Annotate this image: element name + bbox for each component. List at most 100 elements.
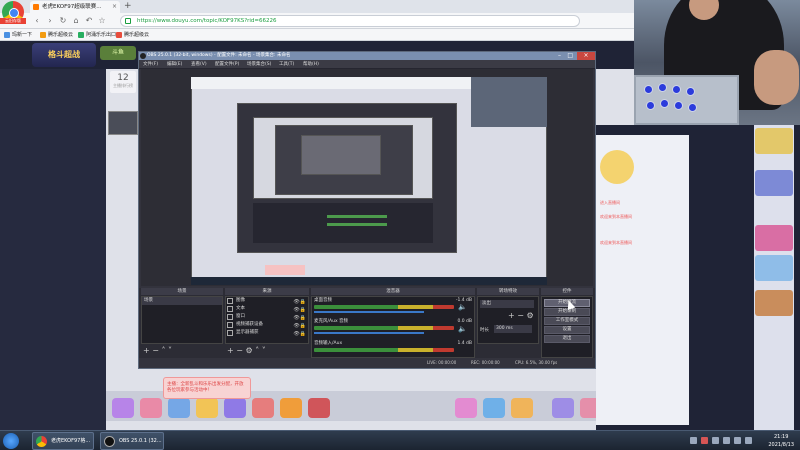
transition-controls[interactable]: + − ⚙	[508, 312, 534, 320]
mixer-channel-db: 1.4 dB	[457, 341, 472, 346]
gift-icon[interactable]	[483, 398, 505, 418]
clock[interactable]: 21:19 2021/8/13	[768, 433, 794, 449]
start-button[interactable]	[3, 433, 19, 449]
bookmark-item[interactable]: 腾乐超级云	[40, 30, 73, 40]
bookmark-item[interactable]: 腾乐超级云	[116, 30, 149, 40]
gift-icon[interactable]	[308, 398, 330, 418]
gift-icon[interactable]	[511, 398, 533, 418]
undo-icon[interactable]: ↶	[84, 15, 94, 27]
gift-icon[interactable]	[280, 398, 302, 418]
emblem-icon	[600, 150, 634, 184]
url-text: https://www.douyu.com/topic/KOF97KS?rid=…	[137, 18, 277, 24]
maximize-icon[interactable]: □	[567, 52, 573, 60]
volume-meter	[314, 348, 454, 352]
volume-icon[interactable]	[734, 437, 741, 444]
event-logo[interactable]: 格斗超战	[32, 43, 96, 67]
obs-preview[interactable]	[141, 69, 593, 286]
bookmarks-bar: 玛新一下 腾乐超级云 阿涌乐乐出口 腾乐超级云	[0, 29, 634, 41]
ime-icon[interactable]	[745, 437, 752, 444]
volume-fader[interactable]	[314, 311, 424, 313]
obs-icon	[104, 436, 115, 447]
tray-icon[interactable]	[712, 437, 719, 444]
gift-icon[interactable]	[252, 398, 274, 418]
side-ad[interactable]	[755, 170, 793, 196]
close-icon[interactable]: ×	[577, 52, 595, 60]
duration-label: 时长	[480, 328, 489, 333]
rank-box[interactable]: 12 主播排行榜	[110, 71, 136, 93]
bookmark-item[interactable]: 阿涌乐乐出口	[78, 30, 116, 40]
menu-help[interactable]: 帮助(H)	[303, 61, 319, 68]
source-item[interactable]: 图像 👁🔒	[226, 297, 308, 305]
studio-mode-button[interactable]: 工作室模式	[544, 317, 590, 325]
preview-promo	[265, 265, 305, 275]
gift-icon[interactable]	[224, 398, 246, 418]
speaker-icon[interactable]: 🔈	[458, 325, 467, 333]
tray-icon[interactable]	[701, 437, 708, 444]
mixer-channel-name: 桌面音频	[314, 298, 332, 303]
gift-icon[interactable]	[552, 398, 574, 418]
speaker-icon[interactable]: 🔈	[458, 303, 467, 311]
source-item[interactable]: 显示器捕获 👁🔒	[226, 329, 308, 337]
menu-profile[interactable]: 配置文件(P)	[215, 61, 239, 68]
source-controls[interactable]: + − ⚙ ˄ ˅	[227, 347, 266, 355]
gift-icon[interactable]	[140, 398, 162, 418]
volume-meter	[314, 326, 454, 330]
transition-select[interactable]: 淡出	[480, 300, 534, 308]
browser-tab[interactable]: 老虎EKOF97超级联赛... ×	[30, 1, 120, 13]
back-icon[interactable]: ‹	[32, 15, 42, 27]
taskbar-obs[interactable]: OBS 25.0.1 (32...	[100, 432, 164, 450]
audio-mixer: 桌面音频 -1.4 dB 麦克风/Aux 音频 0.0 dB 音频输入/Aux …	[311, 296, 475, 358]
gift-icon[interactable]	[168, 398, 190, 418]
tray-icon[interactable]	[690, 437, 697, 444]
minimize-icon[interactable]: –	[558, 52, 561, 60]
side-ad[interactable]	[755, 255, 793, 281]
menu-scene-collection[interactable]: 场景集合(S)	[247, 61, 271, 68]
tshirt-print	[704, 18, 744, 30]
preview-meter	[327, 223, 387, 226]
menu-edit[interactable]: 编辑(E)	[167, 61, 182, 68]
source-item[interactable]: 文本 👁🔒	[226, 305, 308, 313]
bookmark-item[interactable]: 玛新一下	[4, 30, 32, 40]
taskbar-browser[interactable]: 老虎EKOF97格...	[32, 432, 94, 450]
network-icon[interactable]	[723, 437, 730, 444]
douyu-favicon-icon	[33, 4, 39, 10]
menu-tools[interactable]: 工具(T)	[279, 61, 294, 68]
sources-list[interactable]: 图像 👁🔒 文本 👁🔒 窗口 👁🔒 视频捕获设备 👁🔒 显示器捕获 👁🔒	[225, 296, 309, 344]
site-logo[interactable]: 斗鱼	[100, 46, 136, 60]
lock-icon	[125, 18, 131, 24]
duration-input[interactable]: 300 ms	[494, 325, 532, 333]
side-ad[interactable]	[755, 225, 793, 251]
settings-button[interactable]: 设置	[544, 326, 590, 334]
side-ad[interactable]	[755, 290, 793, 316]
exit-button[interactable]: 退出	[544, 335, 590, 343]
scenes-dock-header: 场景	[141, 288, 223, 295]
browser-badge: 云旧存版	[0, 18, 26, 24]
streamer-arm	[754, 50, 799, 105]
new-tab-button[interactable]: +	[124, 0, 132, 12]
home-icon[interactable]: ⌂	[71, 15, 81, 27]
scene-controls[interactable]: + − ˄ ˅	[143, 347, 172, 355]
address-bar[interactable]: https://www.douyu.com/topic/KOF97KS?rid=…	[120, 15, 580, 27]
menu-view[interactable]: 查看(V)	[191, 61, 207, 68]
tab-close-icon[interactable]: ×	[112, 1, 117, 13]
forward-icon[interactable]: ›	[45, 15, 55, 27]
obs-title-bar[interactable]: OBS 25.0.1 (32-bit, windows) - 配置文件: 未命名…	[139, 52, 595, 60]
promo-bubble[interactable]: 主播：全新乱斗和乐乐出发分配，开放各位玩家参与活动中！	[163, 377, 251, 399]
source-item[interactable]: 视频捕获设备 👁🔒	[226, 321, 308, 329]
reload-icon[interactable]: ↻	[58, 15, 68, 27]
star-icon[interactable]: ☆	[97, 15, 107, 27]
gift-icon[interactable]	[455, 398, 477, 418]
obs-window: OBS 25.0.1 (32-bit, windows) - 配置文件: 未命名…	[138, 51, 596, 369]
side-ad[interactable]	[755, 128, 793, 154]
scene-item[interactable]: 场景	[142, 297, 222, 305]
chat-line: 进入直播间	[600, 200, 620, 205]
rec-timer: REC: 00:00:00	[471, 360, 500, 365]
gift-icon[interactable]	[112, 398, 134, 418]
scenes-list[interactable]: 场景	[141, 296, 223, 344]
source-item[interactable]: 窗口 👁🔒	[226, 313, 308, 321]
video-thumbnail[interactable]	[108, 111, 138, 135]
gift-icon[interactable]	[196, 398, 218, 418]
volume-fader[interactable]	[314, 332, 424, 334]
sources-dock-header: 来源	[225, 288, 309, 295]
menu-file[interactable]: 文件(F)	[143, 61, 158, 68]
